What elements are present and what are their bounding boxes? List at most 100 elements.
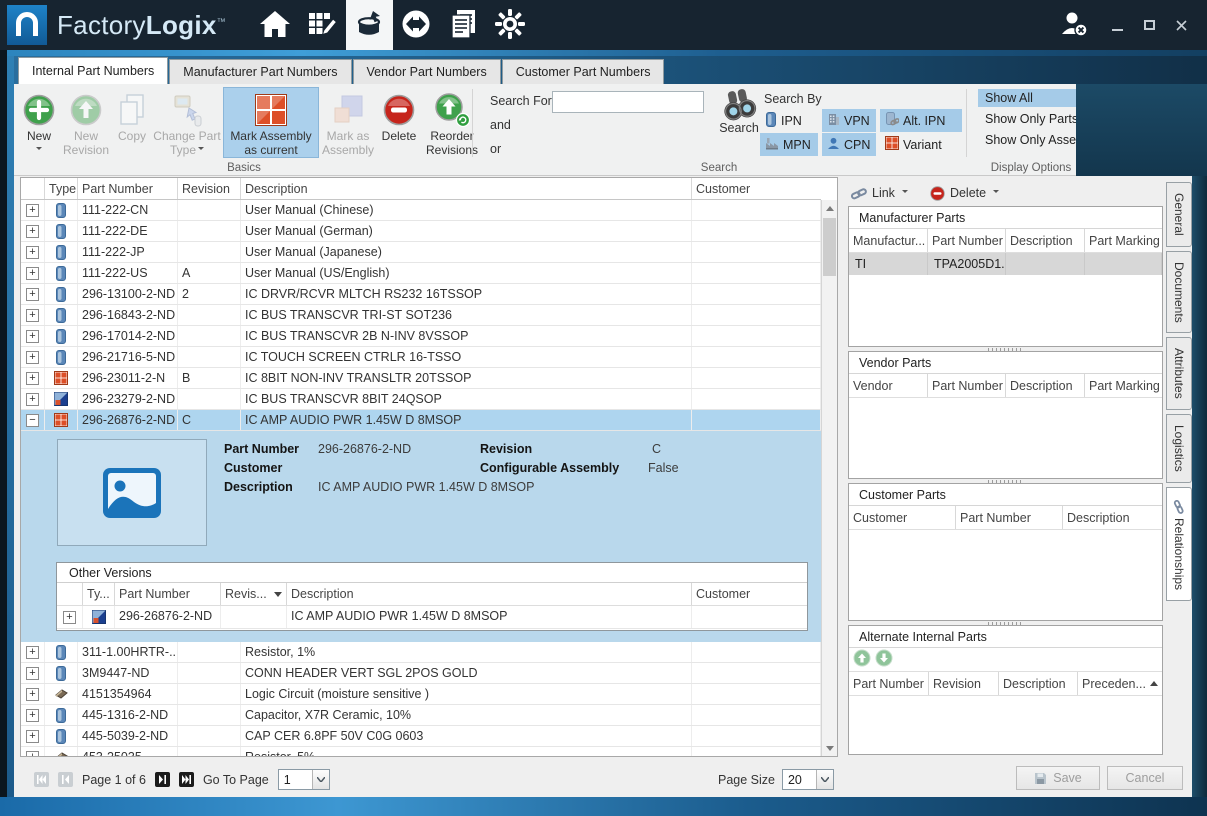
part-row[interactable]: + 296-23279-2-ND IC BUS TRANSCVR 8BIT 24… [21, 389, 821, 410]
column-header-description[interactable]: Description [1063, 506, 1162, 529]
column-header-type[interactable]: Type [45, 178, 78, 199]
tab-manufacturer-part-numbers[interactable]: Manufacturer Part Numbers [169, 59, 352, 84]
expand-toggle[interactable]: + [26, 203, 39, 217]
column-header-vendor[interactable]: Vendor [849, 374, 928, 397]
column-header-description[interactable]: Description [1006, 374, 1085, 397]
searchby-mpn-toggle[interactable]: MPN [760, 133, 818, 156]
column-header-revision[interactable]: Revision [178, 178, 241, 199]
next-page-button[interactable] [154, 772, 170, 787]
part-row[interactable]: + 445-1316-2-ND Capacitor, X7R Ceramic, … [21, 705, 821, 726]
part-row[interactable]: + 296-16843-2-ND IC BUS TRANSCVR TRI-ST … [21, 305, 821, 326]
column-header-description[interactable]: Description [287, 583, 692, 605]
expand-toggle[interactable]: + [26, 350, 39, 364]
nav-transfer-button[interactable] [393, 0, 440, 50]
part-row[interactable]: + 311-1.00HRTR-... Resistor, 1% [21, 642, 821, 663]
column-header-ty[interactable]: Ty... [83, 583, 115, 605]
ribbon-mark-as-assembly-button[interactable]: Mark as Assembly [319, 87, 377, 158]
page-size-select[interactable]: 20 [781, 769, 834, 790]
ribbon-new-revision-button[interactable]: New Revision [59, 87, 113, 158]
part-row[interactable]: + 111-222-US A User Manual (US/English) [21, 263, 821, 284]
expand-toggle[interactable]: + [26, 224, 39, 238]
column-header-part-number[interactable]: Part Number [849, 672, 929, 695]
link-button[interactable]: Link [851, 186, 908, 200]
column-header-part-number[interactable]: Part Number [928, 374, 1006, 397]
part-row[interactable]: + 453-25035 Resistor, 5% [21, 747, 821, 756]
expand-toggle[interactable]: + [26, 308, 39, 322]
expand-toggle[interactable]: + [26, 371, 39, 385]
expand-toggle[interactable]: + [63, 610, 76, 624]
column-header-part-marking[interactable]: Part Marking [1085, 229, 1162, 252]
move-up-button[interactable] [853, 649, 871, 670]
save-button[interactable]: Save [1016, 766, 1100, 790]
ribbon-change-part-type-button[interactable]: Change Part Type [151, 87, 223, 158]
scroll-down-arrow[interactable] [822, 740, 837, 756]
tab-internal-part-numbers[interactable]: Internal Part Numbers [18, 57, 169, 84]
ribbon-new-button[interactable]: New [19, 87, 59, 154]
part-row[interactable]: + 296-26876-2-ND IC AMP AUDIO PWR 1.45W … [57, 606, 807, 629]
part-row[interactable]: + 111-222-CN User Manual (Chinese) [21, 200, 821, 221]
searchby-alt-ipn-toggle[interactable]: Alt. IPN [880, 109, 962, 132]
column-header-customer[interactable]: Customer [692, 583, 807, 605]
column-header-part-number[interactable]: Part Number [956, 506, 1063, 529]
column-header-revision[interactable]: Revision [929, 672, 999, 695]
maximize-button[interactable] [1133, 11, 1165, 39]
expand-toggle[interactable]: + [26, 287, 39, 301]
collapse-toggle[interactable]: − [26, 413, 39, 427]
column-header-blank[interactable] [57, 583, 83, 605]
column-header-blank[interactable] [21, 178, 45, 199]
minimize-button[interactable] [1101, 11, 1133, 39]
part-row[interactable]: + 3M9447-ND CONN HEADER VERT SGL 2POS GO… [21, 663, 821, 684]
ribbon-mark-assembly-as-current-button[interactable]: Mark Assembly as current [223, 87, 319, 158]
expand-toggle[interactable]: + [26, 666, 39, 680]
column-header-description[interactable]: Description [999, 672, 1078, 695]
expand-toggle[interactable]: + [26, 245, 39, 259]
part-row[interactable]: + 445-5039-2-ND CAP CER 6.8PF 50V C0G 06… [21, 726, 821, 747]
ribbon-delete-button[interactable]: Delete [377, 87, 421, 145]
column-header-description[interactable]: Description [241, 178, 692, 199]
delete-link-button[interactable]: Delete [930, 185, 1000, 201]
side-tab-documents[interactable]: Documents [1166, 250, 1192, 334]
search-input[interactable] [552, 91, 704, 113]
goto-page-select[interactable]: 1 [277, 769, 330, 790]
column-header-preceden[interactable]: Preceden... [1078, 672, 1162, 695]
part-row[interactable]: + 111-222-JP User Manual (Japanese) [21, 242, 821, 263]
part-row[interactable]: − 296-26876-2-ND C IC AMP AUDIO PWR 1.45… [21, 410, 821, 431]
manufacturer-part-row[interactable]: TI TPA2005D1... [849, 253, 1162, 275]
nav-home-button[interactable] [252, 0, 299, 50]
part-row[interactable]: + 111-222-DE User Manual (German) [21, 221, 821, 242]
cancel-button[interactable]: Cancel [1107, 766, 1183, 790]
expand-toggle[interactable]: + [26, 729, 39, 743]
close-button[interactable] [1165, 11, 1197, 39]
part-row[interactable]: + 296-23011-2-N B IC 8BIT NON-INV TRANSL… [21, 368, 821, 389]
searchby-vpn-toggle[interactable]: VPN [822, 109, 876, 132]
part-image-placeholder[interactable] [57, 439, 207, 546]
vertical-scrollbar[interactable] [821, 200, 837, 756]
expand-toggle[interactable]: + [26, 645, 39, 659]
side-tab-relationships[interactable]: Relationships [1166, 486, 1192, 601]
nav-materials-button[interactable] [345, 0, 393, 50]
first-page-button[interactable] [34, 772, 49, 787]
column-header-customer[interactable]: Customer [692, 178, 821, 199]
nav-production-button[interactable] [299, 0, 346, 50]
ribbon-reorder-revisions-button[interactable]: Reorder Revisions [421, 87, 483, 158]
column-header-part-number[interactable]: Part Number [115, 583, 221, 605]
expand-toggle[interactable]: + [26, 687, 39, 701]
tab-customer-part-numbers[interactable]: Customer Part Numbers [501, 59, 665, 84]
column-header-part-number[interactable]: Part Number [78, 178, 178, 199]
column-header-part-marking[interactable]: Part Marking [1085, 374, 1162, 397]
expand-toggle[interactable]: + [26, 750, 39, 756]
user-logout-icon[interactable] [1059, 9, 1091, 42]
part-row[interactable]: + 296-17014-2-ND IC BUS TRANSCVR 2B N-IN… [21, 326, 821, 347]
side-tab-attributes[interactable]: Attributes [1166, 337, 1192, 411]
part-row[interactable]: + 296-21716-5-ND IC TOUCH SCREEN CTRLR 1… [21, 347, 821, 368]
part-row[interactable]: + 296-13100-2-ND 2 IC DRVR/RCVR MLTCH RS… [21, 284, 821, 305]
side-tab-general[interactable]: General [1166, 182, 1192, 247]
column-header-part-number[interactable]: Part Number [928, 229, 1006, 252]
column-header-description[interactable]: Description [1006, 229, 1085, 252]
column-header-customer[interactable]: Customer [849, 506, 956, 529]
column-header-manufactur[interactable]: Manufactur... [849, 229, 928, 252]
tab-vendor-part-numbers[interactable]: Vendor Part Numbers [352, 59, 501, 84]
searchby-ipn-toggle[interactable]: IPN [760, 109, 818, 132]
expand-toggle[interactable]: + [26, 329, 39, 343]
scroll-up-arrow[interactable] [822, 200, 837, 216]
